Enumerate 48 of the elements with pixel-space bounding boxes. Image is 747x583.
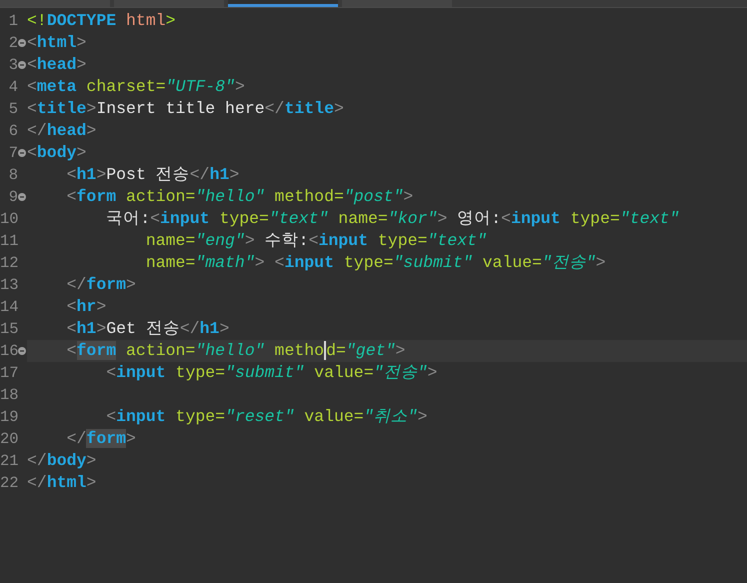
code-line: <h1>Post 전송</h1> [66,164,240,186]
line-number: 8 [8,166,18,184]
code-line: </body> [27,450,98,472]
line-number: 6 [8,122,18,140]
line-number: 14 [0,298,18,316]
line-number: 10 [0,210,18,228]
code-line: </form> [66,274,137,296]
line-number: 11 [0,232,18,250]
editor-tab[interactable] [228,0,338,7]
line-number: 20 [0,430,18,448]
code-line: <body> [27,142,88,164]
code-line: </html> [27,472,98,494]
line-number: 12 [0,254,18,272]
line-number: 7 [8,144,18,162]
line-number: 4 [8,78,18,96]
code-line: <hr> [66,296,108,318]
line-number: 18 [0,386,18,404]
code-line: <form action="hello" method="post"> [66,186,414,208]
code-line: <input type="submit" value="전송"> [105,362,438,384]
code-line: <!DOCTYPE html> [27,10,177,32]
collapse-icon[interactable] [18,347,26,355]
line-number: 5 [8,100,18,118]
line-number: 2 [8,34,18,52]
line-number: 3 [8,56,18,74]
line-number: 16 [0,342,18,360]
line-number: 9 [8,188,18,206]
line-number: 19 [0,408,18,426]
code-line: 국어:<input type="text" name="kor"> 영어:<input type="text" [105,208,680,230]
collapse-icon[interactable] [18,193,26,201]
code-line: name="eng"> 수학:<input type="text" [144,230,488,252]
code-line: <title>Insert title here</title> [27,98,345,120]
code-line: <input type="reset" value="취소"> [105,406,428,428]
code-line: <h1>Get 전송</h1> [66,318,230,340]
code-line: </head> [27,120,98,142]
line-number: 15 [0,320,18,338]
line-number: 17 [0,364,18,382]
code-line: <meta charset="UTF-8"> [27,76,246,98]
code-line: <head> [27,54,88,76]
collapse-icon[interactable] [18,149,26,157]
code-line: </form> [66,428,137,450]
collapse-icon[interactable] [18,39,26,47]
code-line: <html> [27,32,88,54]
line-number: 13 [0,276,18,294]
line-number: 1 [8,12,18,30]
line-number: 22 [0,474,18,492]
collapse-icon[interactable] [18,61,26,69]
line-number: 21 [0,452,18,470]
code-line: name="math"> <input type="submit" value="전송"> [144,252,607,274]
